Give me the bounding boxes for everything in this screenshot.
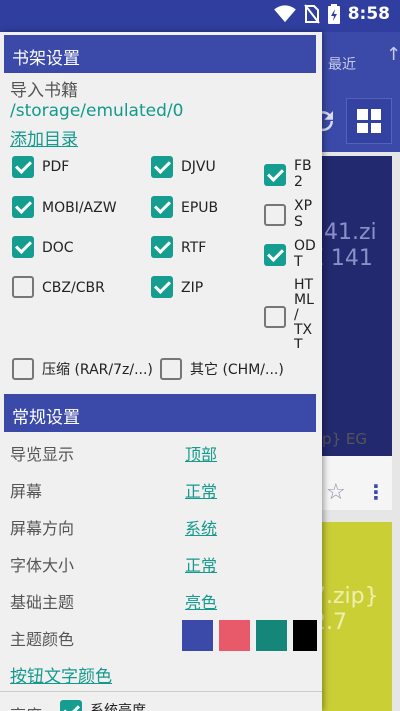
theme-color-swatch-blue[interactable] bbox=[182, 620, 213, 651]
format-checkbox-xps[interactable]: XP S bbox=[264, 198, 316, 230]
bookshelf-settings-header: 书架设置 bbox=[4, 35, 316, 73]
format-label: HT ML / TX T bbox=[294, 278, 314, 348]
checkbox-unchecked-icon[interactable] bbox=[160, 358, 182, 380]
theme-color-swatch-teal[interactable] bbox=[256, 620, 287, 651]
no-sim-icon bbox=[303, 4, 320, 24]
theme-color-label: 主题颜色 bbox=[10, 630, 75, 649]
checkbox-checked-icon[interactable] bbox=[264, 164, 286, 186]
format-checkbox-cbz[interactable]: CBZ/CBR bbox=[12, 276, 105, 298]
book-title: zip} EG bbox=[310, 430, 367, 448]
format-label: MOBI/AZW bbox=[42, 200, 117, 216]
format-checkbox-archives[interactable]: 压缩 (RAR/7z/...) bbox=[12, 358, 153, 380]
format-checkbox-other[interactable]: 其它 (CHM/...) bbox=[160, 358, 284, 380]
format-checkbox-odt[interactable]: OD T bbox=[264, 238, 316, 270]
checkbox-checked-icon[interactable] bbox=[12, 236, 34, 258]
general-settings-header: 常规设置 bbox=[4, 394, 316, 432]
setting-label-font-size: 字体大小 bbox=[10, 556, 75, 575]
format-label: DOC bbox=[42, 240, 74, 256]
checkbox-unchecked-icon[interactable] bbox=[264, 306, 286, 328]
format-label: DJVU bbox=[181, 159, 216, 175]
format-checkbox-html-txt[interactable]: HT ML / TX T bbox=[264, 278, 316, 348]
format-checkbox-mobi[interactable]: MOBI/AZW bbox=[12, 196, 117, 218]
setting-label-orientation: 屏幕方向 bbox=[10, 519, 75, 538]
setting-label-screen: 屏幕 bbox=[10, 482, 43, 501]
format-label: CBZ/CBR bbox=[42, 280, 105, 296]
button-text-color-link[interactable]: 按钮文字颜色 bbox=[10, 662, 112, 687]
system-brightness-label: 系统亮度 bbox=[90, 703, 146, 711]
setting-label-navigation: 导览显示 bbox=[10, 445, 75, 464]
clock: 8:58 bbox=[347, 4, 390, 24]
format-checkbox-doc[interactable]: DOC bbox=[12, 236, 74, 258]
format-label: PDF bbox=[42, 159, 70, 175]
checkbox-checked-icon[interactable] bbox=[151, 196, 173, 218]
setting-label-base-theme: 基础主题 bbox=[10, 593, 75, 612]
tab-more[interactable]: ↑ bbox=[386, 44, 400, 65]
setting-value-screen[interactable]: 正常 bbox=[185, 478, 217, 502]
checkbox-unchecked-icon[interactable] bbox=[12, 276, 34, 298]
checkbox-checked-icon[interactable] bbox=[151, 236, 173, 258]
checkbox-checked-icon[interactable] bbox=[12, 196, 34, 218]
more-options-icon[interactable]: ⋮ bbox=[366, 480, 386, 504]
storage-path[interactable]: /storage/emulated/0 bbox=[10, 101, 183, 121]
settings-drawer: 书架设置 导入书籍 /storage/emulated/0 添加目录 PDF D… bbox=[0, 32, 322, 711]
checkbox-checked-icon[interactable] bbox=[60, 700, 82, 711]
format-checkbox-rtf[interactable]: RTF bbox=[151, 236, 206, 258]
setting-value-base-theme[interactable]: 亮色 bbox=[185, 589, 217, 613]
format-label: FB 2 bbox=[294, 158, 312, 190]
divider bbox=[0, 691, 322, 692]
format-label: EPUB bbox=[181, 200, 219, 216]
star-icon[interactable]: ☆ bbox=[326, 480, 346, 505]
battery-charging-icon bbox=[327, 4, 340, 24]
format-checkbox-epub[interactable]: EPUB bbox=[151, 196, 218, 218]
format-label: RTF bbox=[181, 240, 207, 256]
theme-color-swatch-black[interactable] bbox=[293, 620, 317, 651]
checkbox-checked-icon[interactable] bbox=[12, 156, 34, 178]
checkbox-checked-icon[interactable] bbox=[151, 156, 173, 178]
system-brightness-checkbox[interactable]: 系统亮度 bbox=[60, 700, 146, 711]
checkbox-checked-icon[interactable] bbox=[151, 276, 173, 298]
setting-value-navigation[interactable]: 顶部 bbox=[185, 441, 217, 465]
wifi-icon bbox=[273, 5, 296, 23]
format-checkbox-fb2[interactable]: FB 2 bbox=[264, 158, 316, 190]
tab-recent[interactable]: 最近 bbox=[328, 54, 356, 74]
format-label: ZIP bbox=[181, 280, 204, 296]
grid-view-icon[interactable] bbox=[346, 98, 392, 144]
format-label: XP S bbox=[294, 198, 313, 230]
brightness-label: 亮度 bbox=[10, 702, 42, 711]
checkbox-unchecked-icon[interactable] bbox=[12, 358, 34, 380]
checkbox-checked-icon[interactable] bbox=[264, 244, 286, 266]
setting-value-orientation[interactable]: 系统 bbox=[185, 515, 217, 539]
format-checkbox-djvu[interactable]: DJVU bbox=[151, 156, 216, 178]
format-label: 压缩 (RAR/7z/...) bbox=[42, 362, 153, 378]
add-folder-link[interactable]: 添加目录 bbox=[10, 125, 78, 150]
theme-color-swatch-red[interactable] bbox=[219, 620, 250, 651]
format-label: 其它 (CHM/...) bbox=[190, 362, 284, 378]
status-bar: 8:58 bbox=[0, 0, 400, 32]
format-checkbox-pdf[interactable]: PDF bbox=[12, 156, 69, 178]
import-books-label: 导入书籍 bbox=[10, 81, 78, 101]
checkbox-unchecked-icon[interactable] bbox=[264, 204, 286, 226]
setting-value-font-size[interactable]: 正常 bbox=[185, 552, 217, 576]
format-checkbox-zip[interactable]: ZIP bbox=[151, 276, 203, 298]
format-label: OD T bbox=[294, 238, 316, 270]
